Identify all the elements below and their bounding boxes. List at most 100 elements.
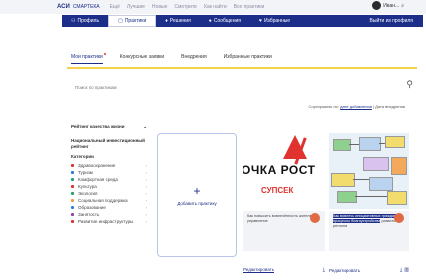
chevron-right-icon: › — [145, 212, 147, 217]
search-icon[interactable]: ⌕ — [401, 3, 404, 9]
add-practice-label: Добавить практику — [177, 200, 217, 206]
tab-contest-applications[interactable]: Конкурсные заявки — [120, 54, 164, 64]
category-item[interactable]: Комфортная среда › — [71, 176, 147, 183]
sort-label: Сортировать по: — [308, 104, 339, 109]
flowchart-block — [359, 137, 381, 151]
category-label: Занятость — [78, 212, 100, 217]
practice-image: ОЧКА РОСТ СУПСЕК — [243, 133, 325, 209]
category-color-icon — [71, 213, 74, 216]
categories-title: Категории — [71, 154, 94, 159]
practice-card[interactable]: Как вовлечь инициативных граждан в проце… — [329, 133, 409, 280]
flowchart-block — [331, 173, 355, 187]
flowchart-block — [385, 136, 405, 148]
category-label: Здравоохранение — [78, 163, 116, 168]
chevron-right-icon: › — [145, 219, 147, 224]
chevron-right-icon: › — [145, 184, 147, 189]
chevron-right-icon: › — [145, 198, 147, 203]
category-label: Комфортная среда — [78, 177, 118, 182]
category-color-icon — [71, 220, 74, 223]
tab-my-practices[interactable]: Мои практики — [71, 53, 106, 64]
plus-icon: + — [193, 183, 201, 198]
flowchart-block — [387, 191, 407, 205]
tab-label: Мои практики — [71, 54, 103, 60]
tab-implementations[interactable]: Внедрения — [181, 54, 207, 64]
category-item[interactable]: Здравоохранение › — [71, 162, 147, 169]
category-color-icon — [71, 178, 74, 181]
main-nav: ⚇ Профиль ▢ Практики ♦ Решения ● Сообщен… — [62, 15, 423, 27]
nav-item-solutions[interactable]: ♦ Решения — [156, 15, 200, 27]
edit-button[interactable]: Редактировать — [329, 268, 360, 273]
category-color-icon — [71, 171, 74, 174]
flowchart-block — [363, 157, 389, 171]
category-item[interactable]: Образование › — [71, 204, 147, 211]
top-link[interactable]: Новые — [152, 4, 167, 10]
nav-item-messages[interactable]: ● Сообщения — [200, 15, 250, 27]
flowchart-block — [391, 157, 407, 175]
category-badge — [310, 213, 320, 223]
tab-favorite-practices[interactable]: Избранные практики — [224, 54, 272, 64]
app-frame: АСИ СМАРТЕКА Ещё Лучшие Новые Смотрите К… — [57, 0, 426, 280]
download-icon[interactable]: ⤓ — [400, 267, 402, 273]
site-logo[interactable]: АСИ — [57, 4, 70, 10]
top-links-bar: АСИ СМАРТЕКА Ещё Лучшие Новые Смотрите К… — [57, 0, 271, 13]
category-label: Социальная поддержка — [78, 198, 128, 203]
image-text: СУПСЕК — [261, 186, 294, 195]
flowchart-block — [337, 191, 357, 203]
nav-label: Сообщения — [213, 18, 241, 24]
flowchart-block — [369, 177, 393, 191]
heart-icon: ♥ — [258, 18, 262, 24]
flowchart-connector — [355, 196, 387, 197]
sidebar-filters: Рейтинг качества жизни ⌄ Национальный ин… — [71, 124, 147, 225]
category-color-icon — [71, 185, 74, 188]
chevron-right-icon: › — [145, 170, 147, 175]
category-color-icon — [71, 199, 74, 202]
search-input[interactable] — [73, 81, 407, 93]
category-item[interactable]: Развитие инфраструктуры › — [71, 218, 147, 225]
user-menu[interactable]: Иван... ⌕ — [372, 1, 404, 10]
sort-extra[interactable]: | Дата внедрения — [373, 104, 405, 109]
top-link[interactable]: Как найти — [204, 4, 227, 10]
flowchart-connector — [349, 144, 359, 145]
card-actions: ⤓ — [323, 267, 325, 273]
search-icon[interactable]: ⚲ — [406, 79, 413, 90]
lightbulb-icon: ♦ — [165, 18, 168, 24]
category-item[interactable]: Культура › — [71, 183, 147, 190]
card-footer: Редактировать ⤓ — [243, 267, 325, 273]
nav-label: Профиль — [77, 18, 100, 24]
nav-item-practices[interactable]: ▢ Практики — [108, 15, 157, 27]
category-item[interactable]: Социальная поддержка › — [71, 197, 147, 204]
flowchart-connector — [353, 179, 369, 180]
nav-label: Решения — [169, 18, 191, 24]
nav-item-favorites[interactable]: ♥ Избранные — [250, 15, 299, 27]
top-link[interactable]: Смотрите — [174, 4, 197, 10]
practice-card[interactable]: ОЧКА РОСТ СУПСЕК Как повысить вовлечённо… — [243, 133, 325, 280]
logout-button[interactable]: Выйти из профиля — [361, 15, 423, 27]
category-color-icon — [71, 192, 74, 195]
nav-label: Избранные — [263, 18, 291, 24]
category-item[interactable]: Экология › — [71, 190, 147, 197]
category-item[interactable]: Туризм › — [71, 169, 147, 176]
category-color-icon — [71, 164, 74, 167]
category-label: Культура — [78, 184, 97, 189]
chevron-right-icon: › — [145, 177, 147, 182]
rating-filter[interactable]: Рейтинг качества жизни ⌄ — [71, 124, 147, 130]
message-icon: ● — [208, 18, 212, 24]
add-practice-card[interactable]: + Добавить практику — [157, 133, 237, 257]
download-icon[interactable]: ⤓ — [323, 267, 325, 273]
sort-control[interactable]: Сортировать по: дате добавления | Дата в… — [308, 104, 405, 109]
top-link[interactable]: Ещё — [110, 4, 120, 10]
edit-button[interactable]: Редактировать — [243, 267, 275, 273]
sort-value[interactable]: дате добавления — [340, 104, 372, 109]
chevron-right-icon: › — [145, 191, 147, 196]
nav-item-profile[interactable]: ⚇ Профиль — [62, 15, 108, 27]
card-actions: ⤓ ▥ — [400, 267, 409, 273]
delete-icon[interactable]: ▥ — [404, 267, 409, 273]
nav-label: Практики — [124, 18, 147, 24]
top-link[interactable]: Лучшие — [127, 4, 145, 10]
flowchart-connector — [379, 143, 385, 144]
category-item[interactable]: Занятость › — [71, 211, 147, 218]
chevron-down-icon: ⌄ — [143, 124, 147, 129]
national-rating-filter[interactable]: Национальный инвестиционный рейтинг — [71, 138, 147, 150]
top-link[interactable]: Все практики — [234, 4, 265, 10]
tabs-divider — [67, 67, 417, 69]
